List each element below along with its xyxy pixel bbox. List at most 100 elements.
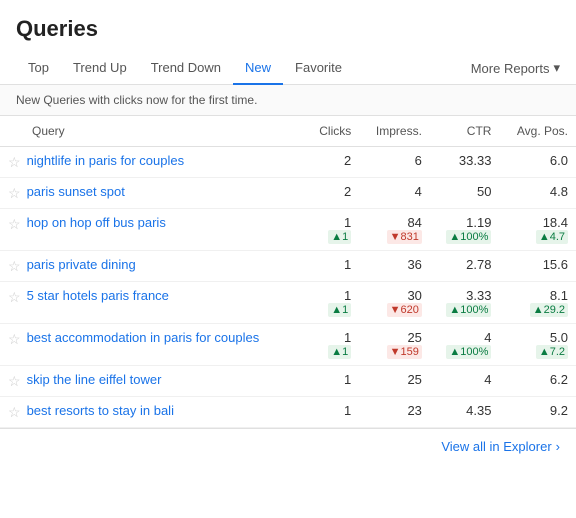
cell-ctr: 1.19▲100% <box>430 209 500 251</box>
col-header-avg-pos: Avg. Pos. <box>499 116 576 147</box>
cell-query: ☆ paris private dining <box>0 251 305 282</box>
cell-ctr: 50 <box>430 178 500 209</box>
chevron-down-icon: ▾ <box>553 60 560 76</box>
cell-avg-pos: 8.1▲29.2 <box>499 282 576 324</box>
view-all-label: View all in Explorer <box>441 439 551 454</box>
clicks-delta: ▲1 <box>328 230 351 244</box>
cell-avg-pos: 6.2 <box>499 366 576 397</box>
table-row: ☆ paris sunset spot 2 4 50 4.8 <box>0 178 576 209</box>
cell-impressions: 6 <box>359 147 430 178</box>
avg-pos-value: 8.1 <box>550 288 568 303</box>
cell-clicks: 1▲1 <box>305 209 360 251</box>
cell-impressions: 30▼620 <box>359 282 430 324</box>
avg-pos-value: 5.0 <box>550 330 568 345</box>
impressions-value: 36 <box>407 257 421 272</box>
tab-trend-up[interactable]: Trend Up <box>61 52 139 85</box>
page-title: Queries <box>0 0 576 52</box>
table-row: ☆ nightlife in paris for couples 2633.33… <box>0 147 576 178</box>
ctr-value: 4 <box>484 330 491 345</box>
cell-avg-pos: 5.0▲7.2 <box>499 324 576 366</box>
clicks-delta: ▲1 <box>328 345 351 359</box>
table-body: ☆ nightlife in paris for couples 2633.33… <box>0 147 576 428</box>
cell-clicks: 1▲1 <box>305 324 360 366</box>
cell-clicks: 2 <box>305 178 360 209</box>
star-icon[interactable]: ☆ <box>8 289 21 306</box>
cell-impressions: 4 <box>359 178 430 209</box>
tabs-bar: Top Trend Up Trend Down New Favorite Mor… <box>0 52 576 85</box>
ctr-value: 50 <box>477 184 491 199</box>
table-row: ☆ best accommodation in paris for couple… <box>0 324 576 366</box>
ctr-delta: ▲100% <box>446 230 491 244</box>
cell-query: ☆ hop on hop off bus paris <box>0 209 305 251</box>
clicks-value: 1 <box>344 215 351 230</box>
impressions-value: 30 <box>407 288 421 303</box>
star-icon[interactable]: ☆ <box>8 185 21 202</box>
table-container[interactable]: Query Clicks Impress. CTR Avg. Pos. ☆ ni… <box>0 116 576 428</box>
clicks-value: 1 <box>344 288 351 303</box>
cell-clicks: 1 <box>305 251 360 282</box>
avg-pos-value: 18.4 <box>543 215 568 230</box>
ctr-value: 3.33 <box>466 288 491 303</box>
clicks-value: 2 <box>344 184 351 199</box>
avg-pos-delta: ▲29.2 <box>530 303 568 317</box>
table-row: ☆ skip the line eiffel tower 12546.2 <box>0 366 576 397</box>
impressions-value: 4 <box>415 184 422 199</box>
impressions-value: 6 <box>415 153 422 168</box>
ctr-value: 4.35 <box>466 403 491 418</box>
view-all-link[interactable]: View all in Explorer › <box>441 439 560 454</box>
col-header-query: Query <box>0 116 305 147</box>
query-text[interactable]: skip the line eiffel tower <box>27 372 162 387</box>
cell-avg-pos: 18.4▲4.7 <box>499 209 576 251</box>
query-text[interactable]: nightlife in paris for couples <box>27 153 185 168</box>
more-reports-button[interactable]: More Reports ▾ <box>463 52 560 84</box>
cell-avg-pos: 6.0 <box>499 147 576 178</box>
avg-pos-value: 15.6 <box>543 257 568 272</box>
query-text[interactable]: paris sunset spot <box>27 184 125 199</box>
table-header: Query Clicks Impress. CTR Avg. Pos. <box>0 116 576 147</box>
star-icon[interactable]: ☆ <box>8 258 21 275</box>
clicks-value: 1 <box>344 257 351 272</box>
cell-impressions: 23 <box>359 397 430 428</box>
cell-avg-pos: 9.2 <box>499 397 576 428</box>
cell-avg-pos: 4.8 <box>499 178 576 209</box>
query-text[interactable]: best accommodation in paris for couples <box>27 330 260 345</box>
query-text[interactable]: best resorts to stay in bali <box>27 403 174 418</box>
clicks-delta: ▲1 <box>328 303 351 317</box>
star-icon[interactable]: ☆ <box>8 404 21 421</box>
tab-top[interactable]: Top <box>16 52 61 85</box>
cell-ctr: 4.35 <box>430 397 500 428</box>
query-text[interactable]: 5 star hotels paris france <box>27 288 169 303</box>
cell-query: ☆ paris sunset spot <box>0 178 305 209</box>
impressions-value: 25 <box>407 372 421 387</box>
tab-trend-down[interactable]: Trend Down <box>139 52 233 85</box>
avg-pos-value: 6.2 <box>550 372 568 387</box>
cell-ctr: 2.78 <box>430 251 500 282</box>
col-header-ctr: CTR <box>430 116 500 147</box>
tab-new[interactable]: New <box>233 52 283 85</box>
ctr-value: 2.78 <box>466 257 491 272</box>
star-icon[interactable]: ☆ <box>8 216 21 233</box>
cell-impressions: 36 <box>359 251 430 282</box>
cell-ctr: 4▲100% <box>430 324 500 366</box>
query-text[interactable]: paris private dining <box>27 257 136 272</box>
cell-clicks: 1 <box>305 366 360 397</box>
clicks-value: 1 <box>344 372 351 387</box>
tab-favorite[interactable]: Favorite <box>283 52 354 85</box>
cell-ctr: 3.33▲100% <box>430 282 500 324</box>
tabs-left: Top Trend Up Trend Down New Favorite <box>16 52 463 84</box>
impressions-delta: ▼159 <box>387 345 422 359</box>
table-row: ☆ best resorts to stay in bali 1234.359.… <box>0 397 576 428</box>
clicks-value: 2 <box>344 153 351 168</box>
subtitle-bar: New Queries with clicks now for the firs… <box>0 85 576 116</box>
clicks-value: 1 <box>344 330 351 345</box>
star-icon[interactable]: ☆ <box>8 373 21 390</box>
table-row: ☆ hop on hop off bus paris 1▲184▼8311.19… <box>0 209 576 251</box>
cell-impressions: 25▼159 <box>359 324 430 366</box>
star-icon[interactable]: ☆ <box>8 331 21 348</box>
avg-pos-value: 4.8 <box>550 184 568 199</box>
more-reports-label: More Reports <box>471 61 550 76</box>
star-icon[interactable]: ☆ <box>8 154 21 171</box>
cell-clicks: 1▲1 <box>305 282 360 324</box>
query-text[interactable]: hop on hop off bus paris <box>27 215 166 230</box>
table-row: ☆ 5 star hotels paris france 1▲130▼6203.… <box>0 282 576 324</box>
